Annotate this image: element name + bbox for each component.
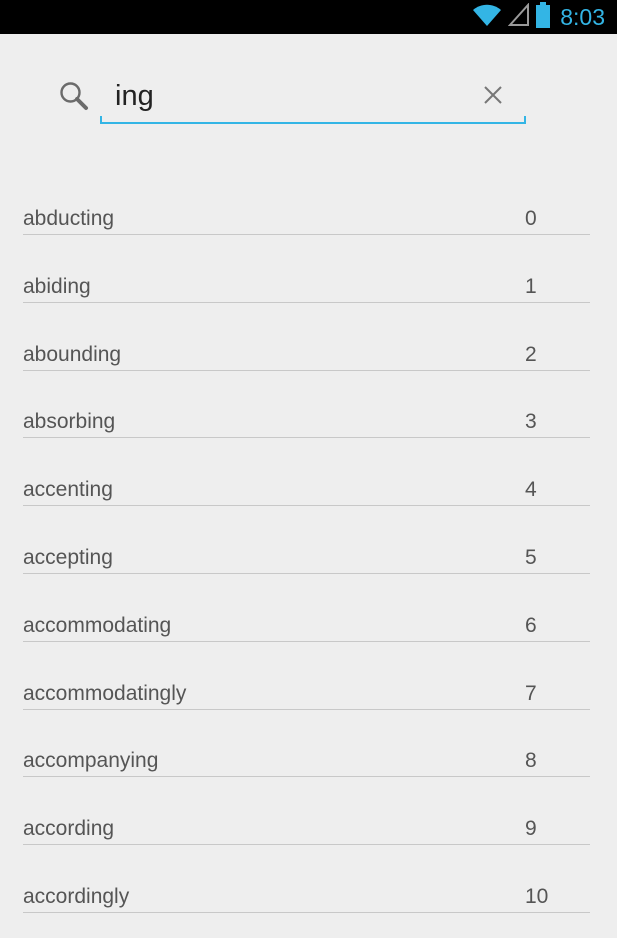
list-item[interactable]: accenting 4 (0, 456, 617, 524)
list-divider (23, 437, 590, 439)
list-divider (23, 708, 590, 710)
list-item-count: 4 (525, 478, 537, 502)
list-divider (23, 911, 590, 913)
list-item[interactable]: absorbing 3 (0, 388, 617, 456)
search-query-text: ing (115, 80, 154, 112)
search-icon (58, 80, 92, 114)
list-item-count: 6 (525, 613, 537, 637)
list-item-word: abducting (23, 207, 115, 230)
list-item-count: 10 (525, 884, 549, 908)
list-item-count: 8 (525, 749, 537, 773)
status-time: 8:03 (560, 3, 605, 30)
list-divider (23, 844, 590, 846)
list-item[interactable]: accordingly 10 (0, 863, 617, 931)
list-divider (23, 572, 590, 574)
list-divider (23, 776, 590, 778)
list-item[interactable]: accommodatingly 7 (0, 660, 617, 728)
list-item-count: 1 (525, 274, 537, 298)
list-item-word: accepting (23, 545, 113, 569)
battery-icon (536, 1, 551, 33)
list-divider (23, 505, 590, 507)
search-input[interactable]: ing (100, 68, 526, 124)
search-bar: ing (0, 60, 617, 140)
wifi-icon (472, 2, 502, 33)
list-divider (23, 234, 590, 235)
list-item-word: accompanying (23, 749, 159, 773)
list-item[interactable]: abounding 2 (0, 321, 617, 389)
list-item-word: according (23, 817, 115, 841)
list-item[interactable]: accepting 5 (0, 524, 617, 592)
search-underline (100, 116, 526, 124)
list-item-word: accommodating (23, 613, 172, 637)
list-item-count: 7 (525, 681, 537, 705)
list-item-count: 9 (525, 817, 537, 841)
list-item[interactable]: accompanying 8 (0, 727, 617, 795)
list-item-word: accordingly (23, 884, 130, 908)
list-item-word: abounding (23, 342, 122, 366)
list-item-word: accommodatingly (23, 681, 187, 705)
list-item[interactable]: abiding 1 (0, 253, 617, 321)
status-icons: 8:03 (472, 0, 605, 34)
signal-icon (507, 1, 530, 32)
list-item[interactable]: accommodating 6 (0, 592, 617, 660)
results-list: abducting 0 abiding 1 abounding 2 absorbing 3 ac… (0, 185, 617, 931)
list-divider (23, 640, 590, 642)
list-item-count: 2 (525, 342, 537, 366)
list-item-word: accenting (23, 478, 113, 502)
list-item-count: 3 (525, 410, 537, 434)
list-item-word: absorbing (23, 410, 116, 434)
list-item-count: 5 (525, 545, 537, 569)
list-item[interactable]: abducting 0 (0, 185, 617, 253)
status-bar: 8:03 (0, 0, 617, 34)
list-item-count: 0 (525, 207, 537, 230)
list-divider (23, 369, 590, 371)
close-icon[interactable] (480, 82, 506, 108)
list-item-word: abiding (23, 274, 91, 298)
list-divider (23, 301, 590, 303)
list-item[interactable]: according 9 (0, 795, 617, 863)
